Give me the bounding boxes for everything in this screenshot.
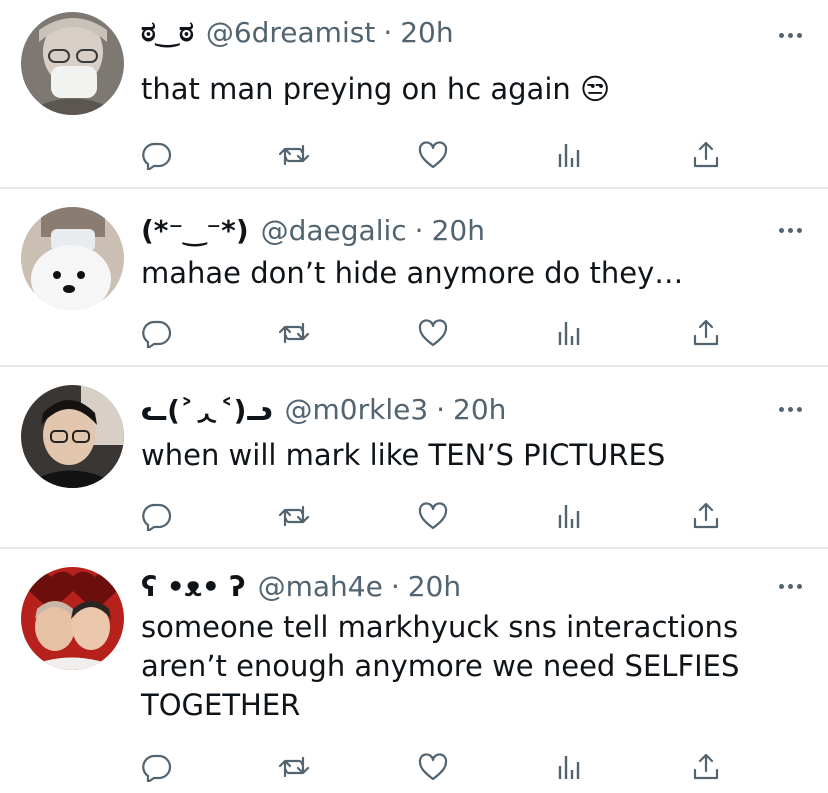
timestamp[interactable]: 20h bbox=[432, 214, 485, 247]
tweet[interactable]: ಠ‿ಠ @6dreamist · 20h that man preying on… bbox=[0, 0, 828, 189]
tweet[interactable]: ʕ •ᴥ• ʔ @mah4e · 20h someone tell markhy… bbox=[0, 549, 828, 793]
tweet-actions bbox=[0, 745, 828, 789]
tweet-header: (*⁻‿⁻*) @daegalic · 20h bbox=[141, 210, 485, 250]
tweet[interactable]: (*⁻‿⁻*) @daegalic · 20h mahae don’t hide… bbox=[0, 189, 828, 366]
like-icon[interactable] bbox=[411, 494, 455, 538]
retweet-icon[interactable] bbox=[272, 133, 316, 177]
display-name[interactable]: ಠ‿ಠ bbox=[141, 15, 194, 49]
separator-dot: · bbox=[414, 213, 424, 247]
timestamp[interactable]: 20h bbox=[453, 393, 506, 426]
analytics-icon[interactable] bbox=[547, 311, 591, 355]
tweet-actions bbox=[0, 311, 828, 355]
tweet-actions bbox=[0, 494, 828, 538]
retweet-icon[interactable] bbox=[272, 311, 316, 355]
tweet-header: ಠ‿ಠ @6dreamist · 20h bbox=[141, 12, 454, 52]
user-handle[interactable]: @m0rkle3 bbox=[285, 393, 429, 426]
analytics-icon[interactable] bbox=[547, 745, 591, 789]
more-icon[interactable] bbox=[770, 394, 810, 424]
like-icon[interactable] bbox=[411, 311, 455, 355]
separator-dot: · bbox=[436, 392, 446, 426]
reply-icon[interactable] bbox=[135, 494, 179, 538]
avatar[interactable] bbox=[21, 567, 124, 670]
separator-dot: · bbox=[390, 569, 400, 603]
more-icon[interactable] bbox=[770, 20, 810, 50]
tweet[interactable]: ᓚ(˃ᆺ˂)ᓗ @m0rkle3 · 20h when will mark li… bbox=[0, 367, 828, 549]
more-icon[interactable] bbox=[770, 215, 810, 245]
user-handle[interactable]: @6dreamist bbox=[206, 16, 376, 49]
share-icon[interactable] bbox=[684, 311, 728, 355]
tweet-text: when will mark like TEN’S PICTURES bbox=[141, 438, 666, 472]
share-icon[interactable] bbox=[684, 494, 728, 538]
avatar[interactable] bbox=[21, 207, 124, 310]
like-icon[interactable] bbox=[411, 133, 455, 177]
tweet-header: ʕ •ᴥ• ʔ @mah4e · 20h bbox=[141, 566, 461, 606]
reply-icon[interactable] bbox=[135, 311, 179, 355]
timestamp[interactable]: 20h bbox=[408, 570, 461, 603]
timestamp[interactable]: 20h bbox=[400, 16, 453, 49]
tweet-text: mahae don’t hide anymore do they… bbox=[141, 256, 684, 290]
tweet-text: someone tell markhyuck sns interactions … bbox=[141, 610, 740, 722]
share-icon[interactable] bbox=[684, 133, 728, 177]
like-icon[interactable] bbox=[411, 745, 455, 789]
tweet-header: ᓚ(˃ᆺ˂)ᓗ @m0rkle3 · 20h bbox=[141, 389, 506, 429]
reply-icon[interactable] bbox=[135, 745, 179, 789]
tweet-actions bbox=[0, 133, 828, 177]
display-name[interactable]: ᓚ(˃ᆺ˂)ᓗ bbox=[141, 389, 273, 429]
reply-icon[interactable] bbox=[135, 133, 179, 177]
tweet-feed: ಠ‿ಠ @6dreamist · 20h that man preying on… bbox=[0, 0, 828, 793]
more-icon[interactable] bbox=[770, 571, 810, 601]
analytics-icon[interactable] bbox=[547, 133, 591, 177]
display-name[interactable]: ʕ •ᴥ• ʔ bbox=[141, 570, 246, 603]
display-name[interactable]: (*⁻‿⁻*) bbox=[141, 214, 249, 247]
avatar[interactable] bbox=[21, 385, 124, 488]
share-icon[interactable] bbox=[684, 745, 728, 789]
separator-dot: · bbox=[383, 15, 393, 49]
analytics-icon[interactable] bbox=[547, 494, 591, 538]
tweet-text: that man preying on hc again 😒 bbox=[141, 72, 611, 106]
retweet-icon[interactable] bbox=[272, 494, 316, 538]
retweet-icon[interactable] bbox=[272, 745, 316, 789]
user-handle[interactable]: @daegalic bbox=[261, 214, 407, 247]
avatar[interactable] bbox=[21, 12, 124, 115]
user-handle[interactable]: @mah4e bbox=[258, 570, 383, 603]
